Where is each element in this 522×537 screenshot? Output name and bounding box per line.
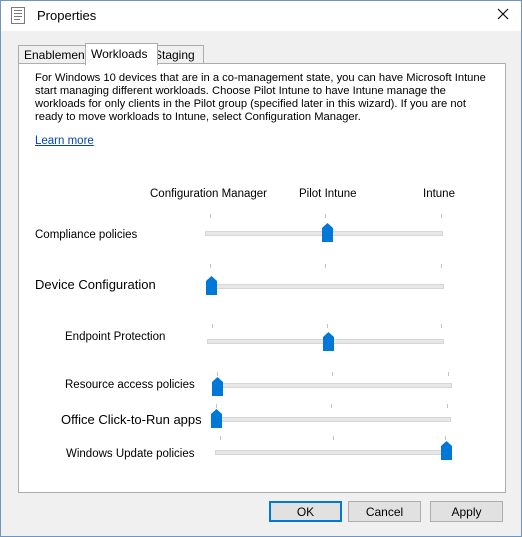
- slider-tick: [447, 404, 448, 408]
- workload-label-endpoint-protection: Endpoint Protection: [65, 331, 166, 343]
- close-button[interactable]: [491, 4, 515, 26]
- column-pilot-intune: Pilot Intune: [299, 188, 357, 200]
- slider-tick: [220, 436, 221, 440]
- slider-thumb[interactable]: [212, 377, 223, 396]
- slider-thumb[interactable]: [321, 223, 333, 242]
- slider-tick: [445, 436, 446, 440]
- learn-more-link[interactable]: Learn more: [35, 135, 94, 147]
- slider-tick: [212, 324, 213, 328]
- slider-tick: [441, 264, 442, 268]
- slider-tick: [441, 324, 442, 328]
- properties-dialog: Properties Enablement Workloads Staging …: [0, 0, 522, 537]
- slider-tick: [216, 404, 217, 408]
- cancel-button[interactable]: Cancel: [348, 501, 421, 522]
- workloads-panel: For Windows 10 devices that are in a co-…: [18, 63, 506, 493]
- workload-label-office-click-to-run-apps: Office Click-to-Run apps: [61, 412, 202, 427]
- column-intune: Intune: [423, 188, 455, 200]
- slider-tick: [210, 264, 211, 268]
- column-configuration-manager: Configuration Manager: [150, 188, 267, 200]
- slider-tick: [441, 214, 442, 218]
- slider-thumb[interactable]: [206, 276, 217, 295]
- window-title: Properties: [37, 8, 97, 23]
- slider-tick: [217, 372, 218, 376]
- ok-button[interactable]: OK: [269, 501, 342, 522]
- slider-thumb[interactable]: [211, 409, 222, 428]
- properties-document-icon: [11, 7, 25, 24]
- slider-tick: [332, 372, 333, 376]
- workload-label-compliance-policies: Compliance policies: [35, 229, 138, 241]
- workload-label-resource-access-policies: Resource access policies: [65, 379, 195, 391]
- tab-enablement[interactable]: Enablement: [18, 45, 93, 64]
- tab-workloads[interactable]: Workloads: [85, 43, 158, 65]
- slider-tick: [327, 324, 328, 328]
- slider-track[interactable]: [212, 383, 452, 388]
- workload-label-windows-update-policies: Windows Update policies: [66, 448, 195, 460]
- slider-track[interactable]: [206, 284, 444, 289]
- slider-track[interactable]: [215, 450, 449, 455]
- slider-tick: [333, 436, 334, 440]
- slider-track[interactable]: [211, 417, 451, 422]
- workload-label-device-configuration: Device Configuration: [35, 277, 156, 292]
- close-icon: [497, 8, 509, 23]
- slider-tick: [448, 372, 449, 376]
- slider-tick: [325, 264, 326, 268]
- slider-tick: [210, 214, 211, 218]
- slider-tick: [331, 404, 332, 408]
- slider-tick: [325, 214, 326, 218]
- slider-thumb[interactable]: [322, 332, 334, 351]
- slider-thumb[interactable]: [441, 441, 452, 460]
- workloads-description: For Windows 10 devices that are in a co-…: [35, 72, 486, 123]
- apply-button[interactable]: Apply: [430, 501, 503, 522]
- title-bar: Properties: [1, 1, 521, 31]
